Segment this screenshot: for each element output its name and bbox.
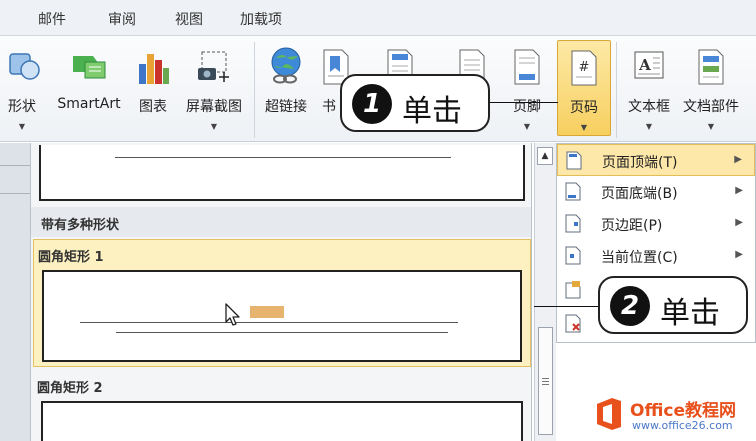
footer-label: 页脚: [513, 99, 541, 115]
menu-item-page-margins[interactable]: 页边距(P) ▶: [557, 208, 755, 240]
submenu-arrow-icon: ▶: [734, 154, 742, 165]
rule-line: [115, 157, 451, 158]
remove-page-numbers-icon: [565, 314, 581, 333]
screenshot-icon: [198, 51, 229, 82]
step-number: 1: [352, 84, 392, 124]
step-number: 2: [610, 286, 650, 326]
rule-line: [80, 322, 458, 323]
watermark-url: www.office26.com: [632, 419, 733, 432]
office-logo-icon: [597, 398, 621, 430]
chevron-down-icon: ▼: [707, 122, 715, 131]
mouse-cursor-icon: [225, 303, 240, 326]
tab-add-ins[interactable]: 加载项: [240, 9, 282, 29]
textbox-icon: A: [634, 51, 664, 79]
chevron-down-icon: ▼: [645, 122, 653, 131]
page-number-gallery: 带有多种形状 圆角矩形 1 圆角矩形 2: [30, 143, 532, 441]
menu-item-top-of-page[interactable]: 页面顶端(T) ▶: [557, 144, 755, 176]
divider: [0, 165, 30, 166]
document-edge: [0, 143, 30, 441]
quick-parts-label: 文档部件: [683, 99, 739, 115]
shapes-button[interactable]: 形状 ▼: [2, 40, 42, 136]
group-divider: [616, 42, 617, 138]
menu-item-label: 页边距(P): [601, 218, 663, 234]
footer-icon: [514, 49, 540, 85]
page-margin-icon: [565, 214, 581, 233]
tab-view[interactable]: 视图: [175, 9, 203, 29]
format-page-numbers-icon: [565, 281, 581, 299]
page-number-shape: [250, 306, 284, 318]
page-number-button[interactable]: # 页码 ▼: [557, 40, 611, 136]
submenu-arrow-icon: ▶: [735, 185, 743, 196]
textbox-glyph: A: [638, 56, 651, 74]
grip-icon: [542, 378, 549, 379]
quick-parts-button[interactable]: 文档部件 ▼: [678, 40, 744, 136]
divider: [0, 193, 30, 194]
gallery-item-rounded-rect-2[interactable]: 圆角矩形 2: [33, 371, 531, 441]
quick-parts-icon: [698, 49, 724, 85]
screenshot-button[interactable]: 屏幕截图 ▼: [180, 40, 248, 136]
page-number-icon: #: [571, 50, 597, 86]
callout-text: 单击: [402, 94, 462, 129]
callout-step-1: 1 单击: [340, 74, 490, 132]
smartart-icon: [73, 56, 106, 79]
menu-tab-bar: 邮件 审阅 视图 加载项: [0, 0, 756, 36]
chevron-down-icon: ▼: [18, 122, 26, 131]
menu-item-current-position[interactable]: 当前位置(C) ▶: [557, 240, 755, 272]
chevron-down-icon: ▼: [523, 122, 531, 131]
screenshot-label: 屏幕截图: [186, 99, 242, 115]
gallery-thumbnail[interactable]: [39, 145, 525, 201]
current-position-icon: [565, 246, 581, 265]
chart-icon: [139, 54, 169, 84]
callout-text: 单击: [660, 296, 720, 331]
gallery-item-preview: [41, 401, 523, 441]
menu-item-label: 当前位置(C): [601, 250, 678, 266]
shapes-label: 形状: [8, 99, 36, 115]
gallery-section-title: 带有多种形状: [31, 207, 531, 237]
gallery-item-rounded-rect-1[interactable]: 圆角矩形 1: [33, 239, 531, 367]
tab-mailings[interactable]: 邮件: [38, 9, 66, 29]
menu-item-label: 页面顶端(T): [602, 155, 678, 171]
tab-review[interactable]: 审阅: [108, 9, 136, 29]
watermark: Office教程网 www.office26.com: [594, 394, 756, 438]
page-number-label: 页码: [570, 100, 598, 116]
submenu-arrow-icon: ▶: [735, 217, 743, 228]
hyperlink-button[interactable]: 超链接: [258, 40, 314, 136]
callout-leader: [534, 306, 600, 307]
menu-item-label: 页面底端(B): [601, 186, 678, 202]
hyperlink-label: 超链接: [265, 99, 307, 115]
hyperlink-icon: [271, 47, 301, 84]
gallery-item-label: 圆角矩形 1: [38, 250, 104, 265]
menu-item-bottom-of-page[interactable]: 页面底端(B) ▶: [557, 176, 755, 208]
gallery-item-preview: [42, 270, 522, 362]
textbox-button[interactable]: A 文本框 ▼: [620, 40, 678, 136]
chevron-down-icon: ▼: [580, 123, 588, 132]
submenu-arrow-icon: ▶: [735, 249, 743, 260]
chart-button[interactable]: 图表: [130, 40, 176, 136]
smartart-label: SmartArt: [57, 96, 121, 112]
watermark-title: Office教程网: [630, 401, 737, 421]
callout-leader: [488, 102, 558, 103]
gallery-item-label: 圆角矩形 2: [37, 381, 103, 396]
page-number-glyph: #: [579, 60, 590, 75]
rule-line: [116, 332, 448, 333]
group-divider: [254, 42, 255, 138]
scroll-up-icon[interactable]: ▲: [537, 147, 553, 165]
gallery-scrollbar[interactable]: ▲: [534, 143, 556, 441]
footer-button[interactable]: 页脚 ▼: [504, 40, 550, 136]
smartart-button[interactable]: SmartArt: [52, 40, 126, 136]
callout-step-2: 2 单击: [598, 276, 748, 334]
shapes-icon: [9, 53, 40, 80]
chevron-down-icon: ▼: [210, 122, 218, 131]
page-bottom-icon: [565, 182, 581, 201]
chart-label: 图表: [139, 99, 167, 115]
textbox-label: 文本框: [628, 99, 670, 115]
page-top-icon: [566, 151, 582, 170]
scrollbar-thumb[interactable]: [538, 327, 553, 435]
